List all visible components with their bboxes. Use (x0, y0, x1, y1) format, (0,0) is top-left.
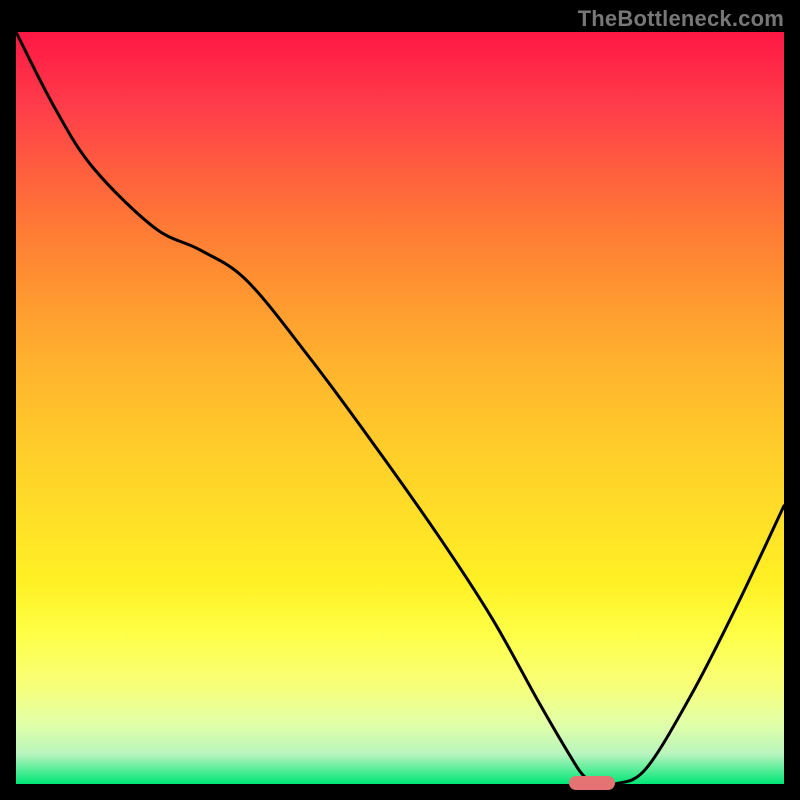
optimal-marker (569, 776, 615, 790)
gradient-plot-area (16, 32, 784, 784)
watermark-text: TheBottleneck.com (578, 6, 784, 32)
